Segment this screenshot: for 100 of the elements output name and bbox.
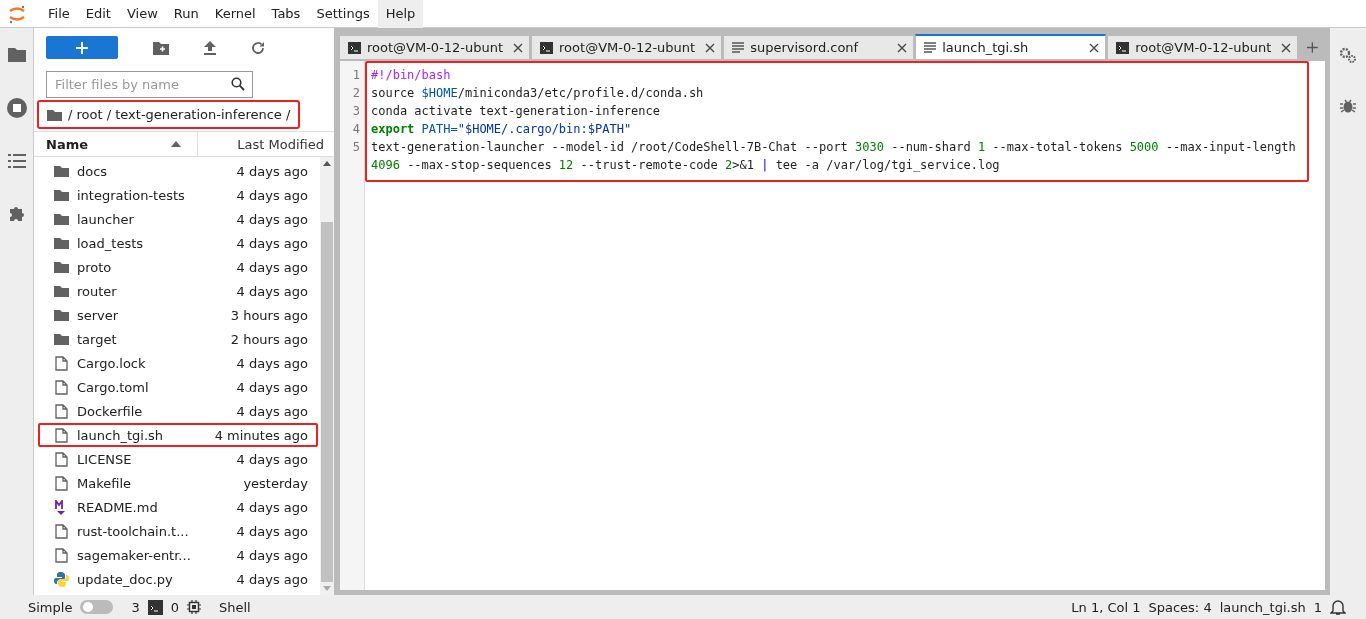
file-icon xyxy=(54,379,69,395)
upload-icon[interactable] xyxy=(204,40,216,55)
modified-time: 4 minutes ago xyxy=(214,427,308,443)
file-icon xyxy=(54,547,69,563)
tab[interactable]: supervisord.conf xyxy=(723,35,915,60)
file-name: rust-toolchain.t... xyxy=(77,523,190,539)
indent-setting[interactable]: Spaces: 4 xyxy=(1148,599,1212,615)
menu-item[interactable]: View xyxy=(118,0,166,28)
folder-icon[interactable] xyxy=(7,46,26,62)
folder-icon xyxy=(54,261,69,273)
terminal-count: 3 xyxy=(131,599,140,615)
modified-time: 2 hours ago xyxy=(230,331,308,347)
file-row[interactable]: target 2 hours ago xyxy=(38,327,318,351)
refresh-icon[interactable] xyxy=(251,40,265,55)
scroll-up-icon[interactable] xyxy=(323,161,331,166)
logo-icon xyxy=(8,3,26,24)
code-line: export PATH="$HOME/.cargo/bin:$PATH" xyxy=(371,121,633,138)
file-name: sagemaker-entr... xyxy=(77,547,192,563)
code-line: conda activate text-generation-inference xyxy=(371,103,661,120)
folder-icon xyxy=(54,237,69,249)
file-row[interactable]: Dockerfile 4 days ago xyxy=(38,399,318,423)
gears-icon[interactable] xyxy=(1339,46,1357,64)
modified-column-header[interactable]: Last Modified xyxy=(198,132,334,156)
folder-icon[interactable] xyxy=(47,108,62,121)
file-row[interactable]: update_doc.py 4 days ago xyxy=(38,567,318,591)
file-row[interactable]: README.md 4 days ago xyxy=(38,495,318,519)
stop-icon[interactable] xyxy=(6,98,27,118)
file-name: target xyxy=(77,331,118,347)
file-row[interactable]: Makefile yesterday xyxy=(38,471,318,495)
new-launcher-button[interactable] xyxy=(46,36,118,59)
file-row[interactable]: Cargo.lock 4 days ago xyxy=(38,351,318,375)
file-icon xyxy=(54,403,69,419)
file-row[interactable]: docs 4 days ago xyxy=(38,159,318,183)
close-icon[interactable] xyxy=(513,42,524,53)
terminal-icon xyxy=(540,41,554,54)
menu-item[interactable]: Tabs xyxy=(263,0,309,28)
file-row[interactable]: LICENSE 4 days ago xyxy=(38,447,318,471)
modified-time: 4 days ago xyxy=(236,379,308,395)
tab[interactable]: root@VM-0-12-ubunt xyxy=(1107,35,1299,60)
name-column-header[interactable]: Name xyxy=(34,132,198,156)
menu-item[interactable]: Edit xyxy=(77,0,119,28)
modified-time: 4 days ago xyxy=(236,355,308,371)
chip-icon xyxy=(186,600,201,614)
cursor-position[interactable]: Ln 1, Col 1 xyxy=(1071,599,1141,615)
new-folder-icon[interactable] xyxy=(153,40,169,55)
file-name: README.md xyxy=(77,499,159,515)
line-number: 1 xyxy=(351,67,361,84)
line-number: 5 xyxy=(351,139,361,156)
file-row[interactable]: proto 4 days ago xyxy=(38,255,318,279)
file-name: update_doc.py xyxy=(77,571,174,587)
mode-label: Simple xyxy=(28,599,73,615)
notification-count: 1 xyxy=(1313,599,1322,615)
file-row[interactable]: server 3 hours ago xyxy=(38,303,318,327)
bell-icon[interactable] xyxy=(1330,598,1346,616)
file-name: Cargo.toml xyxy=(77,379,150,395)
text-file-icon xyxy=(732,42,745,53)
menu-item[interactable]: Kernel xyxy=(206,0,264,28)
close-icon[interactable] xyxy=(897,42,908,53)
tab[interactable]: root@VM-0-12-ubunt xyxy=(531,35,723,60)
file-row[interactable]: integration-tests 4 days ago xyxy=(38,183,318,207)
file-row[interactable]: rust-toolchain.t... 4 days ago xyxy=(38,519,318,543)
file-name: LICENSE xyxy=(77,451,133,467)
file-name: Dockerfile xyxy=(77,403,144,419)
menu-item[interactable]: Run xyxy=(165,0,207,28)
list-icon[interactable] xyxy=(7,154,26,168)
file-row[interactable]: launch_tgi.sh 4 minutes ago xyxy=(38,423,318,447)
filter-field[interactable]: Filter files by name xyxy=(46,71,253,98)
tab[interactable]: launch_tgi.sh xyxy=(915,34,1107,60)
code-line: source $HOME/miniconda3/etc/profile.d/conda.sh xyxy=(371,85,705,102)
file-row[interactable]: launcher 4 days ago xyxy=(38,207,318,231)
folder-icon xyxy=(54,285,69,297)
close-icon[interactable] xyxy=(1089,42,1100,53)
close-icon[interactable] xyxy=(1281,42,1292,53)
folder-icon xyxy=(54,213,69,225)
menu-item[interactable]: Help xyxy=(377,0,424,28)
simple-mode-toggle[interactable] xyxy=(80,600,114,614)
file-name: load_tests xyxy=(77,235,145,251)
file-row[interactable]: sagemaker-entr... 4 days ago xyxy=(38,543,318,567)
puzzle-icon[interactable] xyxy=(7,204,26,222)
file-row[interactable]: load_tests 4 days ago xyxy=(38,231,318,255)
file-name: launcher xyxy=(77,211,135,227)
file-name: server xyxy=(77,307,120,323)
file-icon xyxy=(54,475,69,491)
folder-icon xyxy=(54,333,69,345)
modified-time: 4 days ago xyxy=(236,499,308,515)
menu-item[interactable]: Settings xyxy=(308,0,378,28)
kernel-name[interactable]: Shell xyxy=(218,599,251,615)
modified-time: yesterday xyxy=(243,475,308,491)
close-icon[interactable] xyxy=(705,42,716,53)
add-tab-icon[interactable] xyxy=(1307,42,1318,53)
file-name: integration-tests xyxy=(77,187,186,203)
file-name: Cargo.lock xyxy=(77,355,147,371)
file-row[interactable]: router 4 days ago xyxy=(38,279,318,303)
menu-item[interactable]: File xyxy=(40,0,78,28)
scrollbar[interactable] xyxy=(320,157,334,595)
bug-icon[interactable] xyxy=(1340,98,1356,114)
modified-time: 4 days ago xyxy=(236,451,308,467)
file-row[interactable]: Cargo.toml 4 days ago xyxy=(38,375,318,399)
line-number: 2 xyxy=(351,85,361,102)
tab[interactable]: root@VM-0-12-ubunt xyxy=(339,35,531,60)
